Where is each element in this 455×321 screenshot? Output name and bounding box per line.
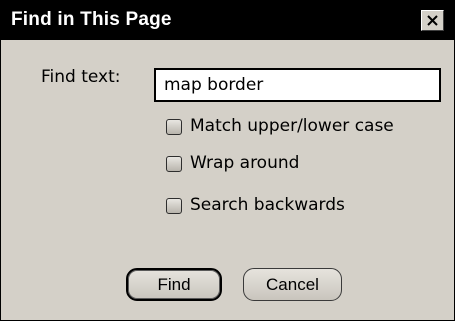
close-button[interactable] bbox=[421, 10, 444, 31]
dialog-title: Find in This Page bbox=[11, 9, 172, 30]
cancel-button[interactable]: Cancel bbox=[243, 268, 342, 301]
find-text-label: Find text: bbox=[41, 67, 121, 87]
match-case-label[interactable]: Match upper/lower case bbox=[190, 116, 394, 136]
find-dialog: Find in This Page Find text: Match upper… bbox=[0, 0, 455, 321]
find-button[interactable]: Find bbox=[126, 268, 222, 301]
search-backwards-label[interactable]: Search backwards bbox=[190, 195, 345, 215]
close-icon bbox=[427, 15, 438, 26]
search-backwards-checkbox[interactable] bbox=[166, 198, 182, 214]
title-bar[interactable]: Find in This Page bbox=[1, 1, 454, 40]
match-case-checkbox[interactable] bbox=[166, 119, 182, 135]
wrap-around-checkbox[interactable] bbox=[166, 156, 182, 172]
find-text-input[interactable] bbox=[154, 68, 441, 102]
wrap-around-label[interactable]: Wrap around bbox=[190, 153, 299, 173]
